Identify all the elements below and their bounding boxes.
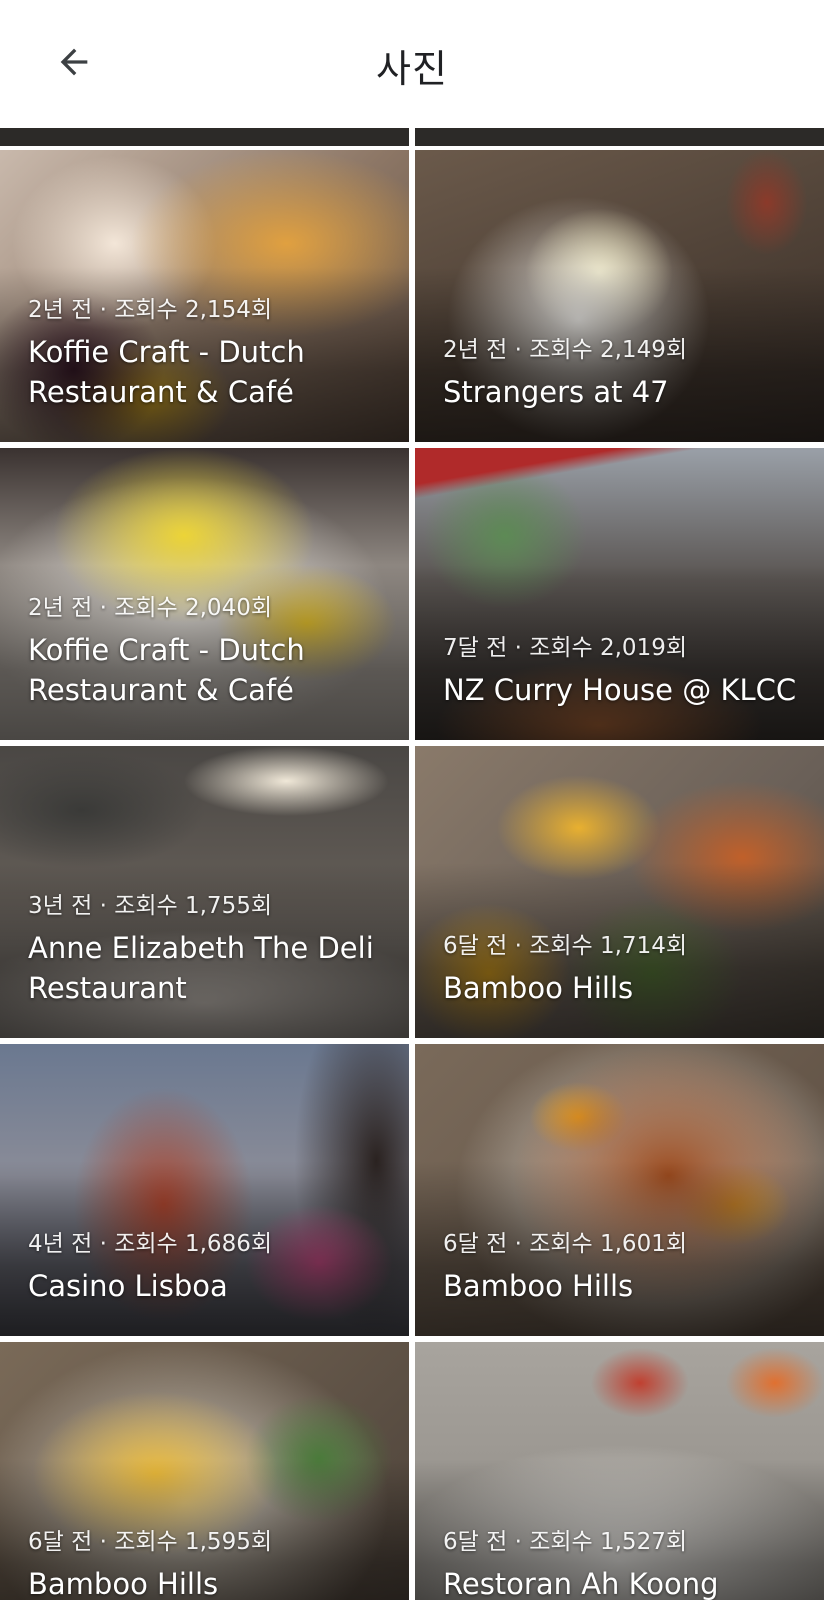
photo-tile[interactable]: 6달 전 · 조회수 1,527회 Restoran Ah Koong <box>415 1342 824 1600</box>
page-title: 사진 <box>376 47 448 91</box>
photo-tile-partial[interactable] <box>0 128 409 146</box>
photo-tile[interactable]: 6달 전 · 조회수 1,601회 Bamboo Hills <box>415 1044 824 1336</box>
photo-meta: 2년 전 · 조회수 2,040회 <box>28 595 272 621</box>
photo-tile[interactable]: 7달 전 · 조회수 2,019회 NZ Curry House @ KLCC <box>415 448 824 740</box>
photo-place-name: Casino Lisboa <box>28 1269 228 1303</box>
photo-place-name: Anne Elizabeth The Deli Restaurant <box>28 931 374 1005</box>
photo-tile[interactable]: 6달 전 · 조회수 1,714회 Bamboo Hills <box>415 746 824 1038</box>
photo-meta: 2년 전 · 조회수 2,149회 <box>443 337 687 363</box>
photo-place-name: Bamboo Hills <box>443 1269 634 1303</box>
photo-place-name: Bamboo Hills <box>443 971 634 1005</box>
photo-place-name: NZ Curry House @ KLCC <box>443 673 797 707</box>
photo-meta: 6달 전 · 조회수 1,714회 <box>443 933 687 959</box>
photo-meta: 3년 전 · 조회수 1,755회 <box>28 893 272 919</box>
photo-place-name: Koffie Craft - Dutch Restaurant & Café <box>28 633 305 707</box>
photo-place-name: Strangers at 47 <box>443 375 669 409</box>
photo-meta: 4년 전 · 조회수 1,686회 <box>28 1231 272 1257</box>
photo-tile[interactable]: 2년 전 · 조회수 2,040회 Koffie Craft - Dutch R… <box>0 448 409 740</box>
photo-meta: 6달 전 · 조회수 1,595회 <box>28 1529 272 1555</box>
photo-grid: 2년 전 · 조회수 2,154회 Koffie Craft - Dutch R… <box>0 128 824 1600</box>
photo-tile[interactable]: 3년 전 · 조회수 1,755회 Anne Elizabeth The Del… <box>0 746 409 1038</box>
photo-tile[interactable]: 4년 전 · 조회수 1,686회 Casino Lisboa <box>0 1044 409 1336</box>
photo-meta: 6달 전 · 조회수 1,527회 <box>443 1529 687 1555</box>
photo-tile[interactable]: 6달 전 · 조회수 1,595회 Bamboo Hills <box>0 1342 409 1600</box>
photo-meta: 6달 전 · 조회수 1,601회 <box>443 1231 687 1257</box>
photo-tile[interactable]: 2년 전 · 조회수 2,154회 Koffie Craft - Dutch R… <box>0 150 409 442</box>
app-bar: 사진 <box>0 0 824 128</box>
photo-meta: 2년 전 · 조회수 2,154회 <box>28 297 272 323</box>
photo-place-name: Koffie Craft - Dutch Restaurant & Café <box>28 335 305 409</box>
photo-tile-partial[interactable] <box>415 128 824 146</box>
photo-place-name: Restoran Ah Koong <box>443 1567 719 1600</box>
photo-place-name: Bamboo Hills <box>28 1567 219 1600</box>
photo-meta: 7달 전 · 조회수 2,019회 <box>443 635 687 661</box>
photo-tile[interactable]: 2년 전 · 조회수 2,149회 Strangers at 47 <box>415 150 824 442</box>
